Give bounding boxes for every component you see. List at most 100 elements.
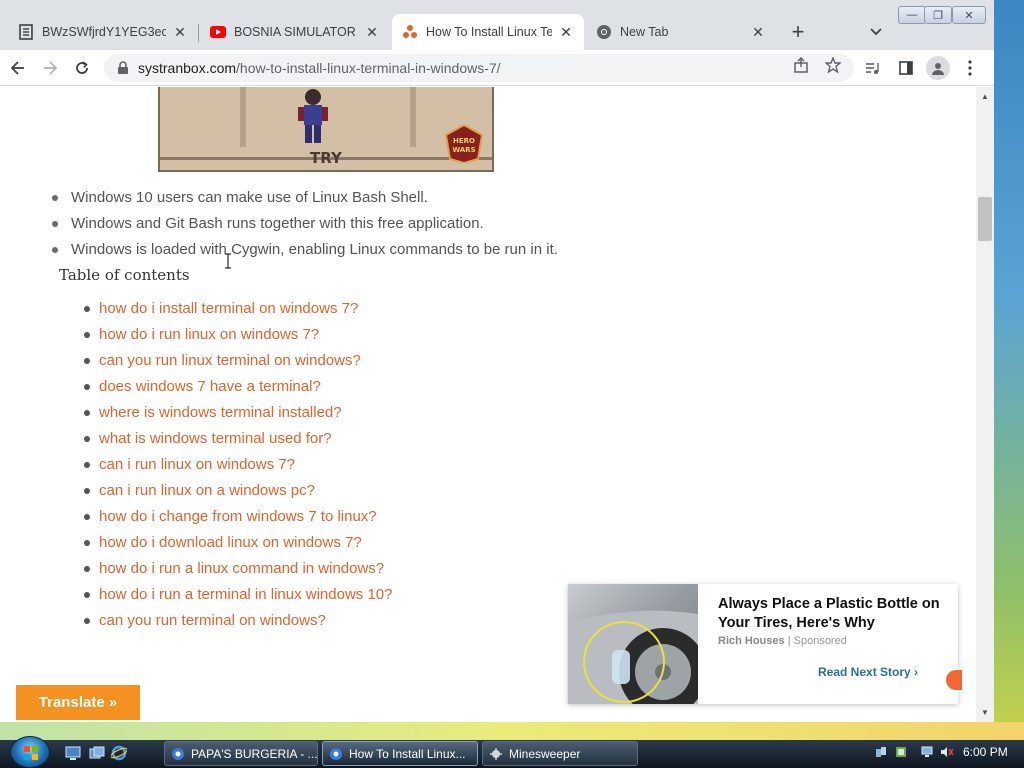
toc-item: how do i change from windows 7 to linux?	[80, 504, 393, 530]
reload-button[interactable]	[70, 56, 94, 80]
menu-kebab-icon[interactable]	[958, 56, 982, 80]
toc-link[interactable]: can i run linux on windows 7?	[99, 456, 295, 473]
banner-decoration	[410, 87, 416, 147]
site-favicon	[402, 24, 418, 40]
tab-separator	[198, 24, 199, 42]
lock-icon[interactable]	[116, 61, 130, 75]
toc-link[interactable]: how do i run linux on windows 7?	[99, 326, 319, 343]
svg-text:HERO: HERO	[453, 137, 475, 145]
internet-explorer-icon[interactable]	[110, 745, 128, 761]
url-domain: systranbox.com	[138, 60, 237, 76]
toc-item: how do i download linux on windows 7?	[80, 530, 393, 556]
toc-item: can you run linux terminal on windows?	[80, 348, 393, 374]
minimize-button[interactable]: —	[898, 6, 926, 24]
desktop-background	[0, 722, 1024, 740]
toc-link[interactable]: how do i install terminal on windows 7?	[99, 300, 358, 317]
chrome-icon	[171, 747, 185, 761]
taskbar-item-label: Minesweeper	[509, 746, 581, 761]
share-icon[interactable]	[790, 54, 812, 76]
tray-monitor-icon[interactable]	[920, 745, 934, 759]
ad-source: Rich Houses | Sponsored	[718, 635, 847, 647]
translate-button[interactable]: Translate »	[16, 685, 140, 720]
page-content: TRY HERO WARS Windows 10 users can make …	[0, 87, 976, 722]
tab-title: How To Install Linux Ter	[426, 25, 552, 39]
svg-text:WARS: WARS	[452, 146, 475, 154]
url-path: /how-to-install-linux-terminal-in-window…	[236, 60, 501, 76]
scrollbar-thumb[interactable]	[978, 197, 992, 241]
toc-link[interactable]: how do i run a terminal in linux windows…	[99, 586, 393, 603]
tab-new-tab[interactable]: New Tab ✕	[586, 14, 776, 50]
tab-strip: BWzSWfjrdY1YEG3eobg ✕ BOSNIA SIMULATOR -…	[0, 0, 994, 50]
toc-link[interactable]: does windows 7 have a terminal?	[99, 378, 321, 395]
toc-item: how do i run a linux command in windows?	[80, 556, 393, 582]
back-button[interactable]	[6, 56, 30, 80]
tab-title: BWzSWfjrdY1YEG3eobg	[42, 25, 166, 39]
tab-youtube[interactable]: BOSNIA SIMULATOR - Y ✕	[200, 14, 390, 50]
taskbar-item-papas-burgeria[interactable]: PAPA'S BURGERIA - ...	[164, 741, 318, 766]
chevron-down-icon[interactable]	[864, 20, 888, 44]
volume-muted-icon[interactable]	[940, 745, 954, 759]
taskbar-item-linux-article[interactable]: How To Install Linux...	[322, 741, 478, 766]
hero-wars-ad-banner[interactable]: TRY HERO WARS	[158, 87, 494, 172]
taskbar-item-minesweeper[interactable]: Minesweeper	[482, 741, 638, 766]
ad-image	[568, 584, 698, 704]
ad-headline[interactable]: Always Place a Plastic Bottle on Your Ti…	[718, 595, 943, 633]
close-tab-icon[interactable]: ✕	[172, 24, 188, 40]
taskbar-clock[interactable]: 6:00 PM	[963, 745, 1008, 759]
document-icon	[18, 24, 34, 40]
page-scrollbar[interactable]: ▲ ▼	[976, 87, 994, 722]
side-panel-icon[interactable]	[894, 56, 918, 80]
toc-link[interactable]: how do i download linux on windows 7?	[99, 534, 362, 551]
read-next-story-link[interactable]: Read Next Story ›	[818, 665, 918, 679]
forward-button[interactable]	[38, 56, 62, 80]
start-button[interactable]	[10, 736, 50, 768]
ad-source-name: Rich Houses	[718, 635, 785, 647]
browser-window: BWzSWfjrdY1YEG3eobg ✕ BOSNIA SIMULATOR -…	[0, 0, 994, 722]
toc-link[interactable]: how do i run a linux command in windows?	[99, 560, 384, 577]
tab-document[interactable]: BWzSWfjrdY1YEG3eobg ✕	[8, 14, 198, 50]
minesweeper-icon	[489, 747, 503, 761]
list-item: Windows 10 users can make use of Linux B…	[50, 185, 558, 211]
close-window-button[interactable]: ✕	[952, 6, 986, 24]
tray-app-icon[interactable]	[894, 745, 908, 759]
toc-item: does windows 7 have a terminal?	[80, 374, 393, 400]
tab-active-systranbox[interactable]: How To Install Linux Ter ✕	[392, 14, 584, 50]
tab-title: New Tab	[620, 25, 669, 39]
close-tab-icon[interactable]: ✕	[750, 24, 766, 40]
maximize-button[interactable]: ❐	[924, 6, 952, 24]
chrome-icon	[596, 24, 612, 40]
taskbar-item-label: PAPA'S BURGERIA - ...	[191, 746, 318, 761]
switch-windows-icon[interactable]	[88, 745, 106, 761]
media-control-icon[interactable]	[860, 56, 884, 80]
toc-item: can you run terminal on windows?	[80, 608, 393, 634]
list-item: Windows is loaded with Cygwin, enabling …	[50, 237, 558, 263]
profile-avatar-icon[interactable]	[926, 56, 950, 80]
taskbar-item-label: How To Install Linux...	[349, 746, 466, 761]
scroll-up-arrow-icon[interactable]: ▲	[980, 91, 990, 101]
toc-link[interactable]: can you run linux terminal on windows?	[99, 352, 361, 369]
toc-link[interactable]: what is windows terminal used for?	[99, 430, 332, 447]
address-bar[interactable]: systranbox.com/how-to-install-linux-term…	[104, 54, 854, 82]
sponsored-ad-card[interactable]: Always Place a Plastic Bottle on Your Ti…	[568, 584, 962, 704]
toc-item: how do i install terminal on windows 7?	[80, 296, 393, 322]
table-of-contents: how do i install terminal on windows 7? …	[80, 296, 393, 634]
toc-link[interactable]: can i run linux on a windows pc?	[99, 482, 315, 499]
close-tab-icon[interactable]: ✕	[558, 24, 574, 40]
tray-network-icon[interactable]	[874, 745, 888, 759]
toc-heading: Table of contents	[59, 266, 190, 284]
bookmark-star-icon[interactable]	[822, 54, 844, 76]
toc-item: where is windows terminal installed?	[80, 400, 393, 426]
toc-link[interactable]: where is windows terminal installed?	[99, 404, 342, 421]
hero-character-image	[290, 87, 336, 147]
toc-link[interactable]: how do i change from windows 7 to linux?	[99, 508, 377, 525]
ad-orange-tab[interactable]	[946, 670, 962, 690]
show-desktop-icon[interactable]	[64, 745, 82, 761]
desktop-background	[994, 0, 1024, 740]
new-tab-button[interactable]: +	[786, 19, 810, 44]
text-cursor-icon	[225, 253, 231, 269]
toc-item: what is windows terminal used for?	[80, 426, 393, 452]
toc-link[interactable]: can you run terminal on windows?	[99, 612, 326, 629]
youtube-icon	[210, 24, 226, 40]
close-tab-icon[interactable]: ✕	[364, 24, 380, 40]
scroll-down-arrow-icon[interactable]: ▼	[980, 707, 990, 717]
